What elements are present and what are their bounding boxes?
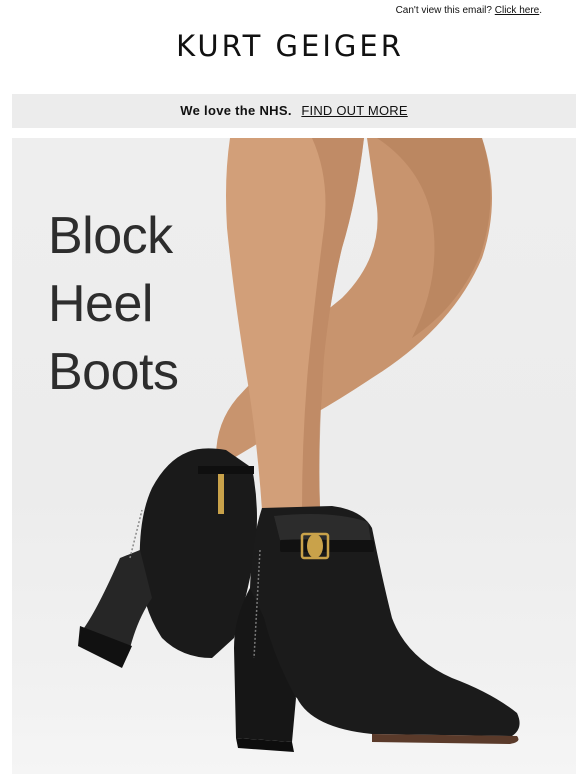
preheader-text: Can't view this email? — [395, 5, 492, 16]
hero-title-line: Heel — [48, 275, 153, 333]
view-in-browser-link[interactable]: Click here — [495, 5, 539, 16]
banner-message: We love the NHS. — [180, 103, 292, 118]
preheader: Can't view this email? Click here. — [396, 4, 542, 18]
hero-image[interactable]: Block Heel Boots — [12, 138, 576, 774]
preheader-suffix: . — [539, 5, 542, 16]
hero-title-line: Boots — [48, 343, 179, 401]
promo-banner: We love the NHS. FIND OUT MORE — [12, 94, 576, 128]
back-boot — [78, 448, 257, 668]
brand-logo[interactable]: KURT GEIGER — [0, 26, 580, 66]
hero-title: Block Heel Boots — [48, 202, 179, 406]
eagle-hardware — [307, 534, 323, 558]
front-boot — [234, 506, 520, 752]
hero-title-line: Block — [48, 207, 173, 265]
find-out-more-link[interactable]: FIND OUT MORE — [301, 103, 407, 118]
